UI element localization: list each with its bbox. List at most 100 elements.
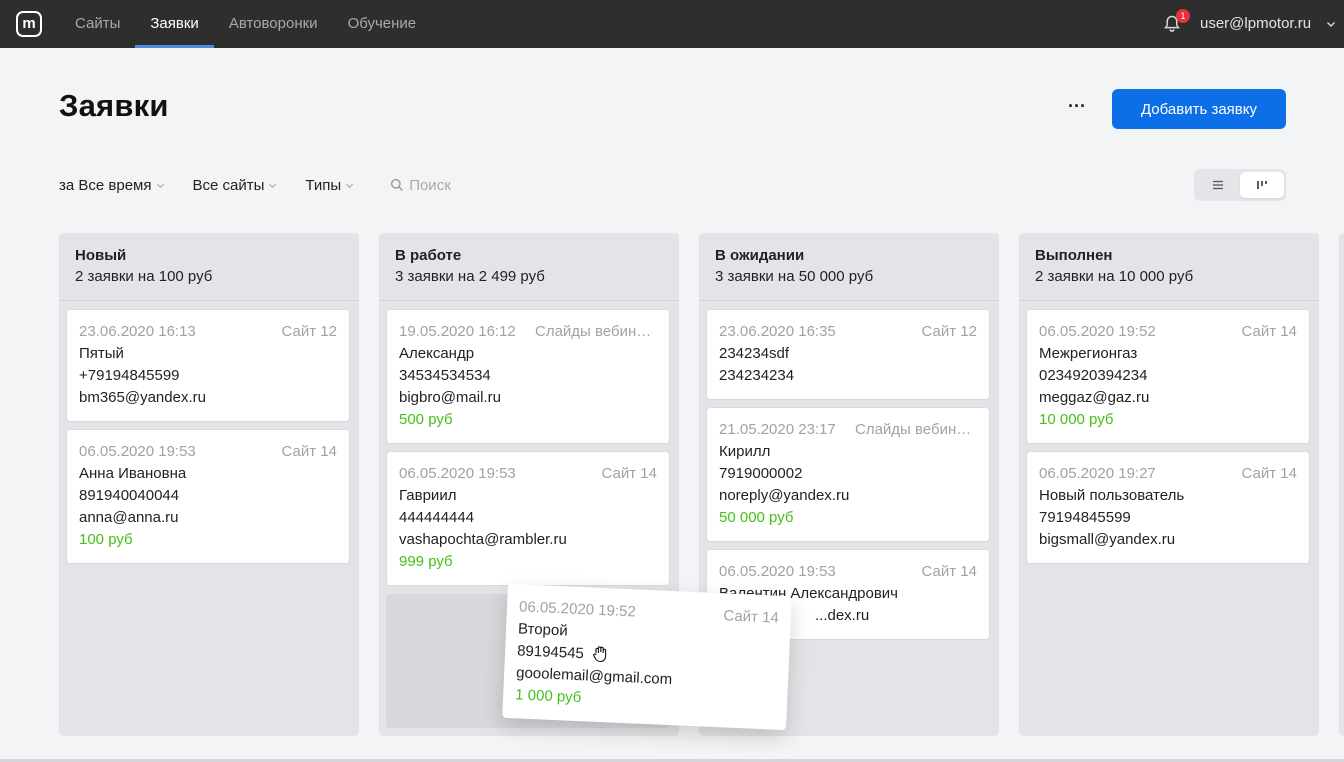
card-site: Слайды вебинара <box>855 421 977 438</box>
nav-item-autofunnels[interactable]: Автоворонки <box>214 0 333 48</box>
card-name: Пятый <box>79 345 124 362</box>
card-phone: 891940040044 <box>79 487 180 504</box>
column-header: В работе 3 заявки на 2 499 руб <box>379 233 679 301</box>
card-date: 23.06.2020 16:13 <box>79 323 196 340</box>
chevron-down-icon <box>156 183 164 188</box>
card-email: noreply@yandex.ru <box>719 487 850 504</box>
card-email: meggaz@gaz.ru <box>1039 389 1150 406</box>
card-phone: 34534534534 <box>399 367 491 384</box>
card-site: Сайт 14 <box>601 465 657 482</box>
card-price: 10 000 руб <box>1039 411 1114 428</box>
column-header: В ожидании 3 заявки на 50 000 руб <box>699 233 999 301</box>
card-site: Сайт 12 <box>921 323 977 340</box>
card-date: 19.05.2020 16:12 <box>399 323 516 340</box>
card-phone: 234234234 <box>719 367 795 384</box>
card-date: 06.05.2020 19:52 <box>1039 323 1156 340</box>
card-phone: +79194845599 <box>79 367 180 384</box>
column-new: Новый 2 заявки на 100 руб 23.06.2020 16:… <box>59 233 359 736</box>
dragging-request-card[interactable]: 06.05.2020 19:52 Сайт 14 Второй 89194545 … <box>502 583 792 731</box>
list-icon <box>1213 180 1223 190</box>
card-date: 23.06.2020 16:35 <box>719 323 836 340</box>
card-name: Новый пользователь <box>1039 487 1185 504</box>
add-request-button[interactable]: Добавить заявку <box>1112 89 1286 129</box>
card-email: anna@anna.ru <box>79 509 179 526</box>
card-date: 06.05.2020 19:53 <box>79 443 196 460</box>
request-card[interactable]: 06.05.2020 19:53 Сайт 14 Анна Ивановна 89… <box>66 429 350 564</box>
column-title: В работе <box>395 247 462 264</box>
request-card[interactable]: 06.05.2020 19:27 Сайт 14 Новый пользовате… <box>1026 451 1310 564</box>
card-site: Сайт 14 <box>1241 323 1297 340</box>
card-price: 500 руб <box>399 411 453 428</box>
card-phone: 0234920394234 <box>1039 367 1148 384</box>
column-summary: 2 заявки на 10 000 руб <box>1035 268 1194 285</box>
request-card[interactable]: 06.05.2020 19:53 Сайт 14 Гавриил 44444444… <box>386 451 670 586</box>
nav-item-learning[interactable]: Обучение <box>333 0 432 48</box>
card-email: bigbro@mail.ru <box>399 389 501 406</box>
logo-letter: m <box>22 14 36 32</box>
column-header: Новый 2 заявки на 100 руб <box>59 233 359 301</box>
request-card[interactable]: 23.06.2020 16:13 Сайт 12 Пятый +791948455… <box>66 309 350 422</box>
card-site: Сайт 14 <box>921 563 977 580</box>
types-filter[interactable]: Типы <box>305 177 354 194</box>
card-email: bigsmall@yandex.ru <box>1039 531 1176 548</box>
column-title: Выполнен <box>1035 247 1113 264</box>
search-placeholder: Поиск <box>409 176 451 194</box>
period-filter-label: за Все время <box>59 176 152 194</box>
view-toggle <box>1194 169 1286 201</box>
filters-bar: за Все время Все сайты Типы Поиск <box>59 170 451 200</box>
card-date: 06.05.2020 19:53 <box>399 465 516 482</box>
period-filter[interactable]: за Все время <box>59 177 165 194</box>
card-name: Гавриил <box>399 487 457 504</box>
top-bar: m Сайты Заявки Автоворонки Обучение 1 us… <box>0 0 1344 48</box>
nav-item-sites[interactable]: Сайты <box>60 0 135 48</box>
column-title: Новый <box>75 247 127 264</box>
types-filter-label: Типы <box>305 176 342 194</box>
user-email[interactable]: user@lpmotor.ru <box>1200 0 1311 48</box>
lpmotor-logo-icon[interactable]: m <box>16 11 42 37</box>
card-name: Александр <box>399 345 475 362</box>
card-site: Сайт 12 <box>281 323 337 340</box>
chevron-down-icon[interactable] <box>1326 19 1336 29</box>
column-next-edge <box>1339 233 1344 736</box>
card-name: Анна Ивановна <box>79 465 187 482</box>
request-card[interactable]: 19.05.2020 16:12 Слайды вебинара Александ… <box>386 309 670 444</box>
board-view-button[interactable] <box>1240 172 1284 198</box>
card-phone: 7919000002 <box>719 465 803 482</box>
sites-filter-label: Все сайты <box>192 176 265 194</box>
card-price: 50 000 руб <box>719 509 794 526</box>
card-name: Кирилл <box>719 443 771 460</box>
request-card[interactable]: 23.06.2020 16:35 Сайт 12 234234sdf 234234… <box>706 309 990 400</box>
card-date: 06.05.2020 19:27 <box>1039 465 1156 482</box>
page-title: Заявки <box>59 88 169 123</box>
grab-cursor-icon <box>593 646 607 663</box>
kanban-icon <box>1257 181 1267 189</box>
sites-filter[interactable]: Все сайты <box>193 177 278 194</box>
card-price: 999 руб <box>399 553 453 570</box>
column-title: В ожидании <box>715 247 805 264</box>
card-site: Слайды вебинара <box>535 323 657 340</box>
card-name: 234234sdf <box>719 345 790 362</box>
more-options-button[interactable]: ··· <box>1064 96 1090 122</box>
card-name: Межрегионгаз <box>1039 345 1138 362</box>
card-site: Сайт 14 <box>281 443 337 460</box>
request-card[interactable]: 21.05.2020 23:17 Слайды вебинара Кирилл 7… <box>706 407 990 542</box>
nav-item-requests[interactable]: Заявки <box>135 0 214 48</box>
card-price: 100 руб <box>79 531 133 548</box>
search-field[interactable]: Поиск <box>390 177 451 194</box>
main-nav: Сайты Заявки Автоворонки Обучение <box>60 0 431 48</box>
card-phone: 444444444 <box>399 509 475 526</box>
column-summary: 3 заявки на 2 499 руб <box>395 268 545 285</box>
search-icon <box>391 178 404 192</box>
list-view-button[interactable] <box>1196 172 1240 198</box>
column-header: Выполнен 2 заявки на 10 000 руб <box>1019 233 1319 301</box>
card-site: Сайт 14 <box>1241 465 1297 482</box>
column-summary: 3 заявки на 50 000 руб <box>715 268 874 285</box>
notification-badge: 1 <box>1176 9 1190 23</box>
chevron-down-icon <box>269 183 277 188</box>
card-email: bm365@yandex.ru <box>79 389 206 406</box>
column-done: Выполнен 2 заявки на 10 000 руб 06.05.20… <box>1019 233 1319 736</box>
card-email: vashapochta@rambler.ru <box>399 531 567 548</box>
card-date: 06.05.2020 19:53 <box>719 563 836 580</box>
request-card[interactable]: 06.05.2020 19:52 Сайт 14 Межрегионгаз 023… <box>1026 309 1310 444</box>
chevron-down-icon <box>346 183 354 188</box>
